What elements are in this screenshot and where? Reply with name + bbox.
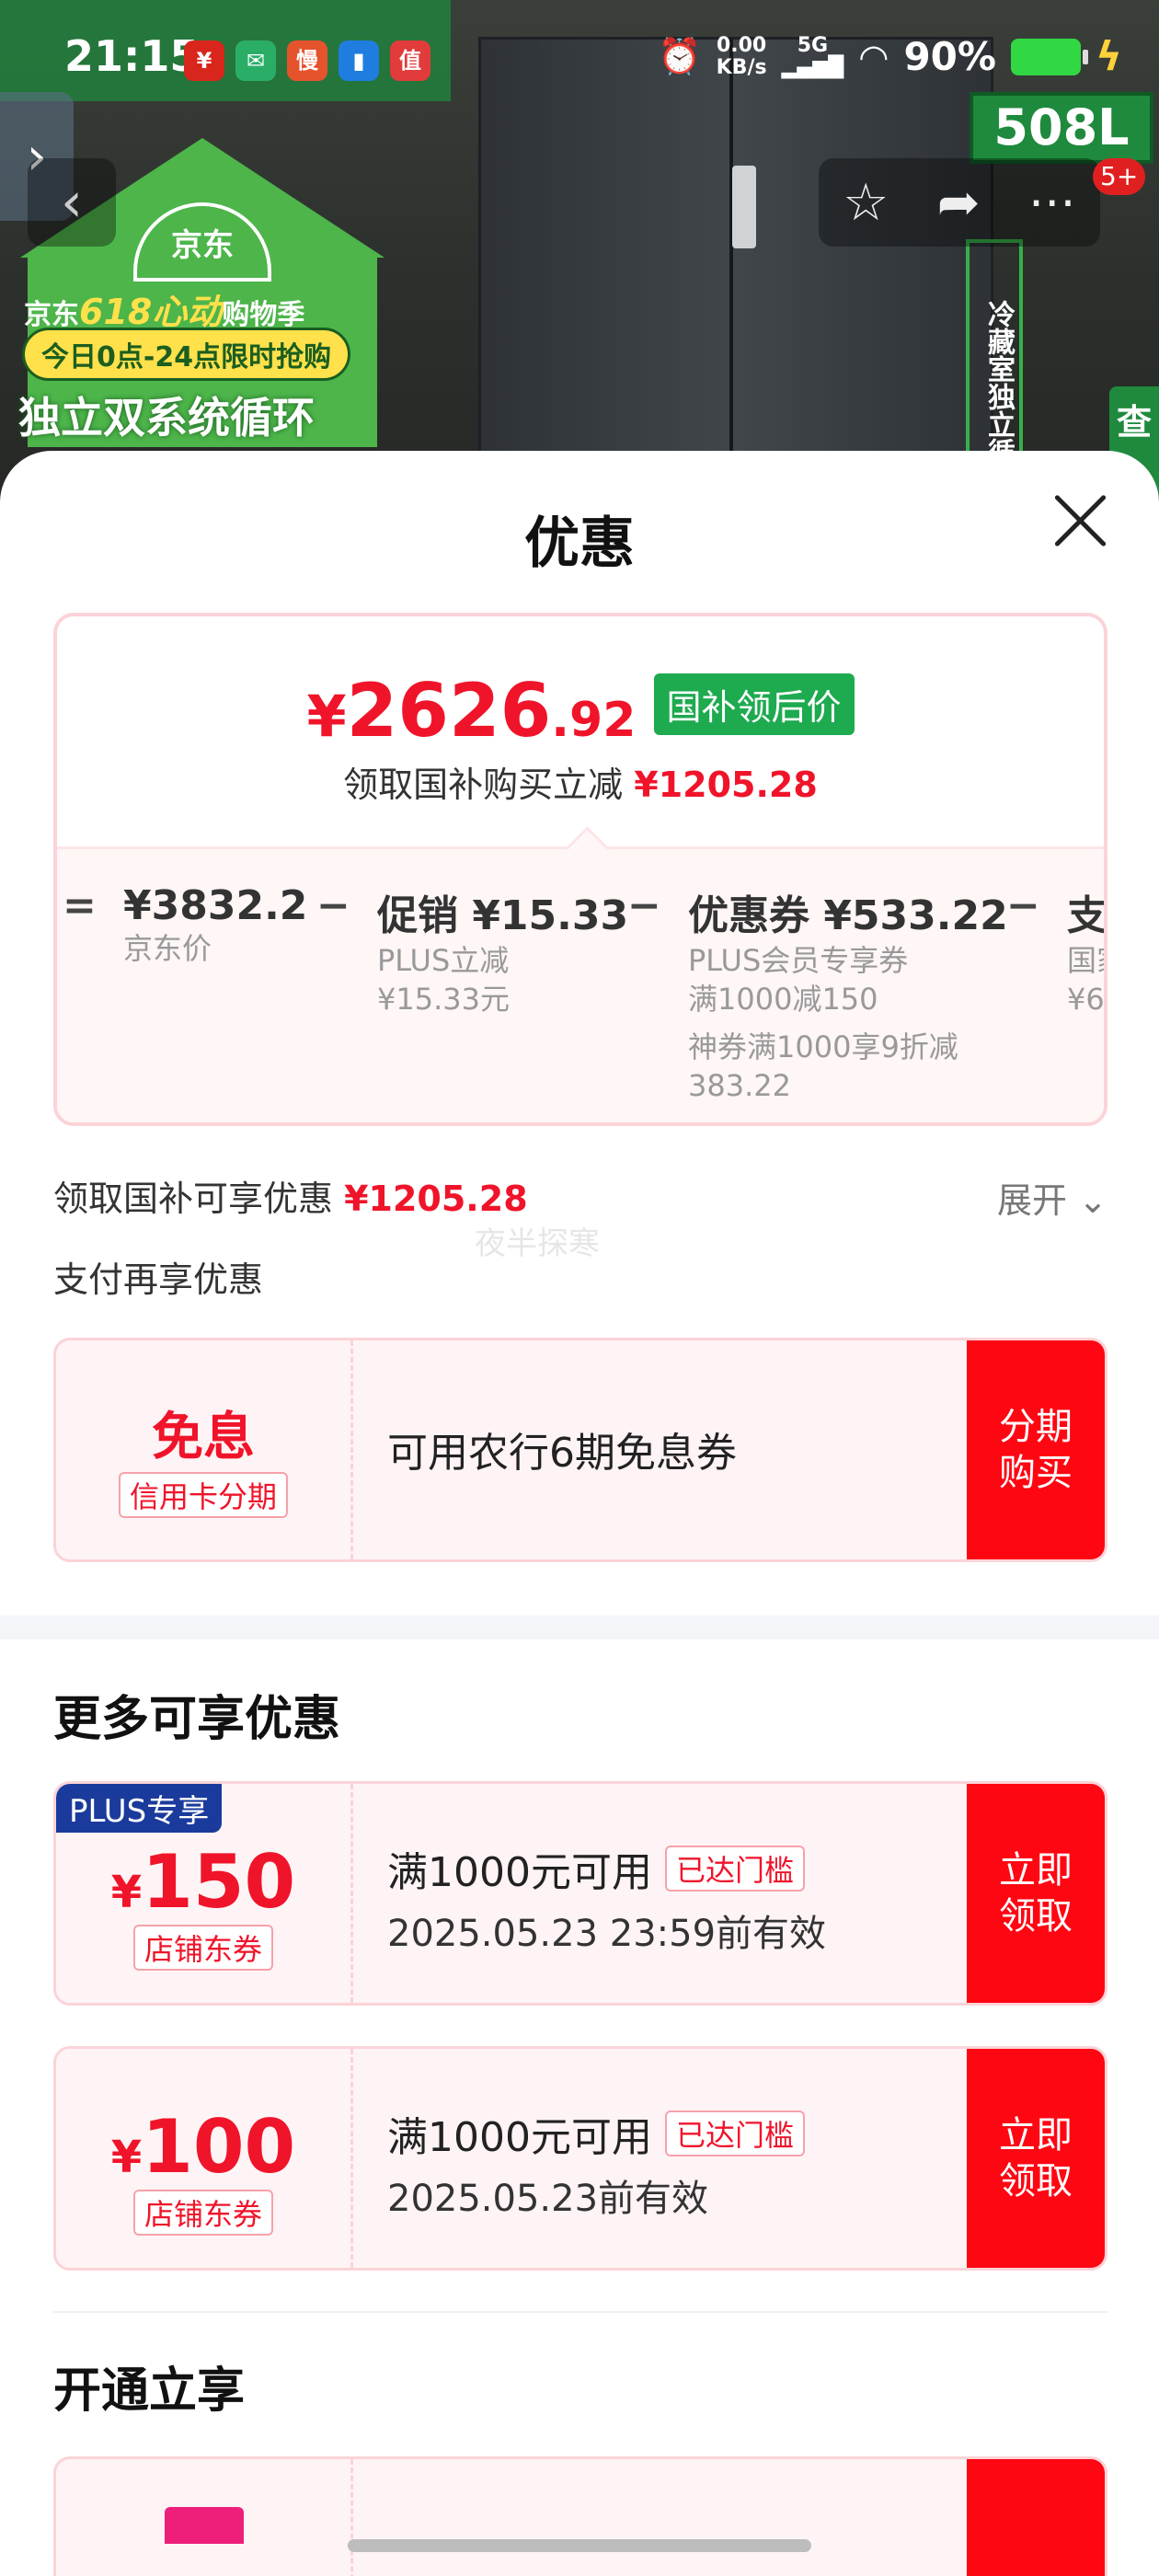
more-offers-title: 更多可享优惠	[53, 1692, 341, 1747]
installment-desc: 可用农行6期免息券	[387, 1430, 737, 1477]
top-actions: ☆ ➦ ⋯	[819, 158, 1100, 247]
discount-sheet: 优惠 ¥2626.92 国补领后价 领取国补购买立减 ¥1205.28 = ¥3…	[0, 451, 1159, 2576]
coupon-type-tag: 店铺东券	[132, 2190, 273, 2236]
promo-line: 京东618心动购物季	[24, 292, 305, 332]
breakdown-coupon: 优惠券 ¥533.22 PLUS会员专享券 满1000减150 神券满1000享…	[688, 892, 1008, 1103]
subsidy-price-tag: 国补领后价	[653, 673, 855, 735]
back-arrow-icon: ‹	[61, 170, 83, 235]
threshold-reached-tag: 已达门槛	[664, 2110, 805, 2156]
price-breakdown-card: ¥2626.92 国补领后价 领取国补购买立减 ¥1205.28 = ¥3832…	[53, 613, 1107, 1126]
breakdown-jd-price: ¥3832.2 京东价	[123, 882, 308, 966]
credit-installment-tag: 信用卡分期	[118, 1472, 288, 1518]
app-icon-5: 值	[390, 40, 430, 81]
watermark: 夜半探寒	[475, 1225, 600, 1262]
divider-line	[53, 2311, 1107, 2313]
notification-icons: ¥ ✉ 慢 ▮ 值	[184, 40, 430, 81]
minus-sign: −	[316, 882, 350, 929]
status-right: ⏰ 0.00 KB/s 5G ▂▄▆█ ◠ 90% ϟ	[658, 33, 1122, 80]
expand-button[interactable]: 展开 ⌄	[997, 1172, 1107, 1223]
coupon-validity: 2025.05.23 23:59前有效	[387, 1913, 827, 1955]
app-icon-3: 慢	[287, 40, 327, 81]
installment-offer: 免息 信用卡分期 可用农行6期免息券 分期购买	[53, 1338, 1107, 1562]
limited-time-pill: 今日0点-24点限时抢购	[22, 328, 351, 381]
claim-coupon-button[interactable]: 立即领取	[967, 1784, 1105, 2003]
threshold-reached-tag: 已达门槛	[664, 1846, 805, 1892]
coupon-card: ¥100 店铺东券 满1000元可用 已达门槛 2025.05.23前有效 立即领…	[53, 2046, 1107, 2271]
signal-icon: 5G ▂▄▆█	[781, 33, 844, 79]
coupon-amount: ¥150	[110, 1839, 296, 1925]
membership-cta-button[interactable]	[967, 2459, 1105, 2576]
net-speed: 0.00 KB/s	[716, 33, 767, 79]
claim-coupon-button[interactable]: 立即领取	[967, 2049, 1105, 2268]
status-bar: 21:15 ¥ ✉ 慢 ▮ 值 ⏰ 0.00 KB/s 5G ▂▄▆█ ◠ 90% …	[0, 0, 1159, 129]
coupon-card: PLUS专享 ¥150 店铺东券 满1000元可用 已达门槛 2025.05.23…	[53, 1781, 1107, 2006]
close-icon[interactable]	[1049, 489, 1111, 552]
banner-headline: 独立双系统循环	[18, 393, 315, 443]
coupon-condition: 满1000元可用 已达门槛	[387, 1839, 826, 1898]
breakdown-promo: 促销 ¥15.33 PLUS立减 ¥15.33元	[377, 892, 629, 1017]
app-icon-1: ¥	[184, 40, 224, 81]
chevron-down-icon: ⌄	[1078, 1180, 1107, 1221]
pay-discount-heading: 支付再享优惠	[53, 1259, 264, 1300]
section-divider	[0, 1616, 1159, 1639]
equals-sign: =	[63, 882, 97, 929]
final-price: ¥2626.92 国补领后价	[57, 668, 1104, 753]
installment-buy-button[interactable]: 分期购买	[967, 1340, 1105, 1559]
minus-sign: −	[627, 882, 661, 929]
subsidy-discount-line: 领取国补可享优惠 ¥1205.28	[53, 1179, 528, 1219]
coupon-amount: ¥100	[110, 2104, 296, 2190]
sheet-title: 优惠	[524, 512, 635, 576]
membership-offer-card	[53, 2456, 1107, 2576]
coupon-condition: 满1000元可用 已达门槛	[387, 2104, 805, 2163]
more-menu-icon[interactable]: ⋯	[1028, 175, 1076, 230]
fridge-handle	[732, 166, 756, 248]
battery-icon	[1010, 38, 1088, 75]
price-savings-line: 领取国补购买立减 ¥1205.28	[343, 765, 818, 805]
alarm-icon: ⏰	[658, 36, 702, 76]
coupon-type-tag: 店铺东券	[132, 1925, 273, 1971]
share-icon[interactable]: ➦	[937, 173, 981, 233]
open-membership-title: 开通立享	[53, 2363, 246, 2419]
breakdown-subsidy: 支 国家 ¥6	[1067, 892, 1107, 1017]
favorite-star-icon[interactable]: ☆	[843, 173, 889, 233]
minus-sign: −	[1006, 882, 1040, 929]
charging-icon: ϟ	[1095, 33, 1122, 80]
app-icon-4: ▮	[339, 40, 379, 81]
home-indicator[interactable]	[348, 2539, 811, 2552]
interest-free-label: 免息	[152, 1408, 255, 1467]
back-button[interactable]: ‹	[28, 158, 116, 247]
coupon-validity: 2025.05.23前有效	[387, 2178, 709, 2220]
price-breakdown-row[interactable]: = ¥3832.2 京东价 − 促销 ¥15.33 PLUS立减 ¥15.33元…	[57, 846, 1107, 1122]
wifi-icon: ◠	[858, 36, 889, 77]
clock: 21:15	[64, 31, 200, 81]
offer-badge	[165, 2507, 244, 2544]
battery-percent: 90%	[903, 34, 996, 79]
notification-badge: 5+	[1093, 158, 1146, 195]
wechat-icon: ✉	[235, 40, 276, 81]
